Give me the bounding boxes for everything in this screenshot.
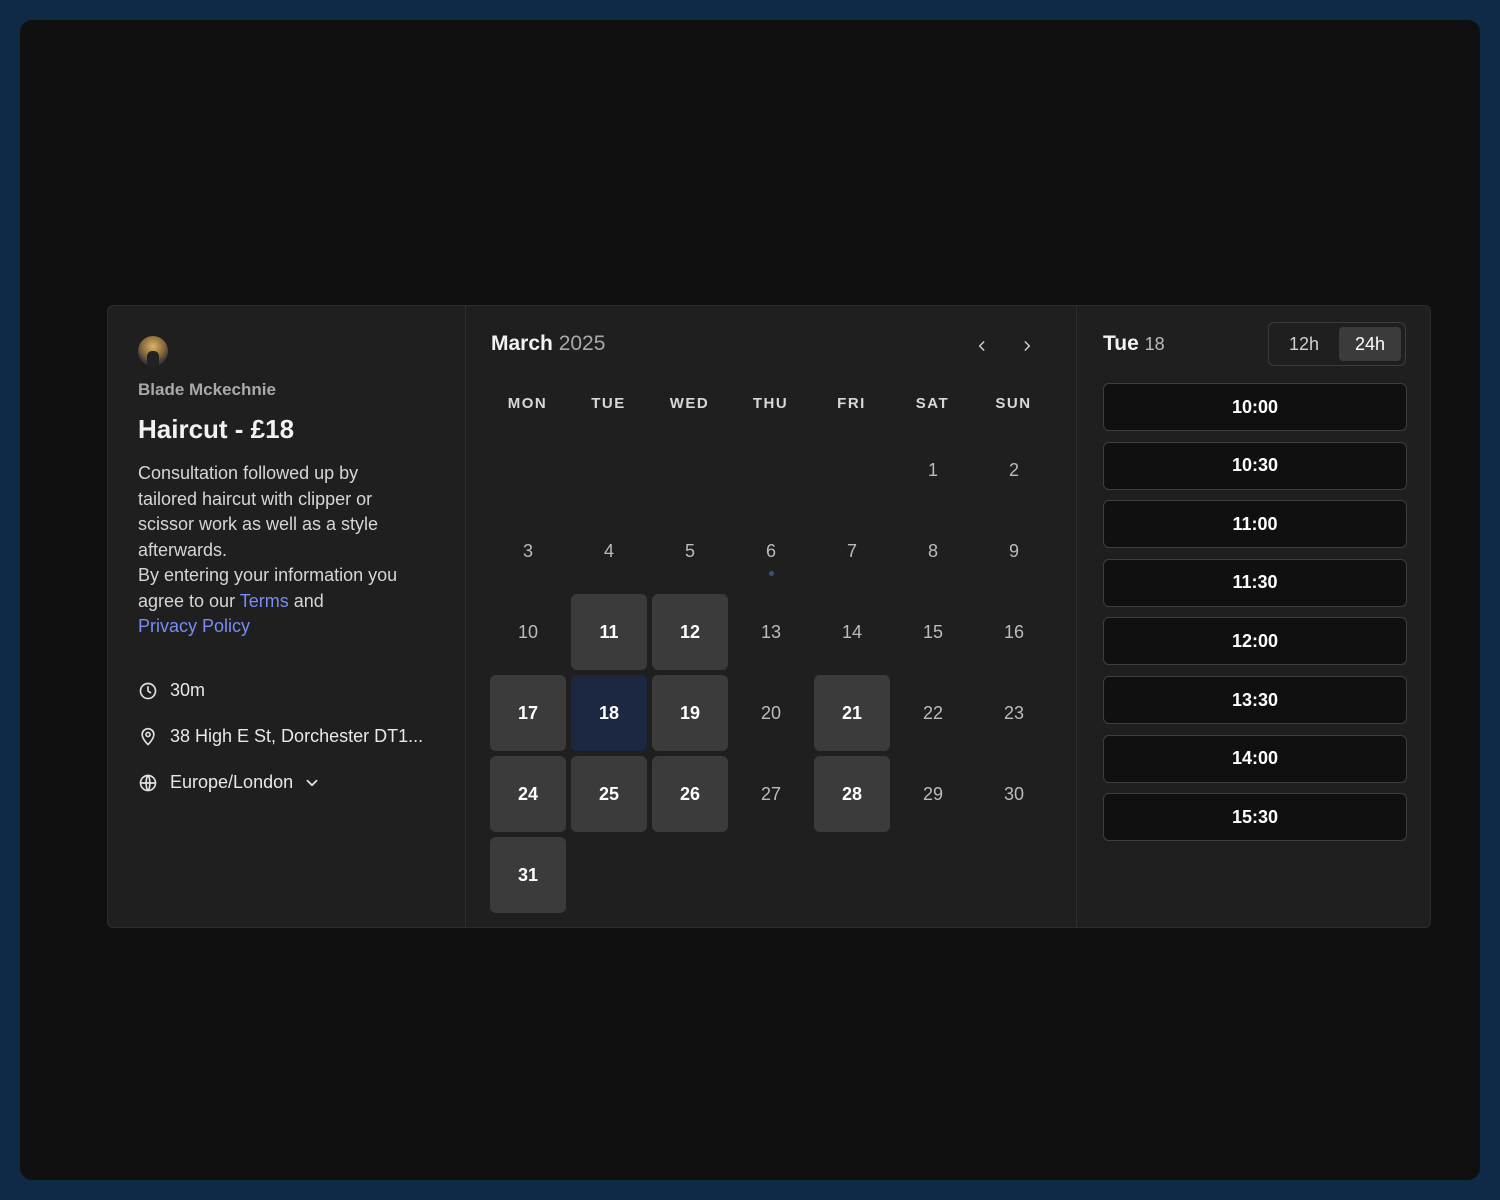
timezone-label: Europe/London [170, 772, 294, 792]
format-24h-button[interactable]: 24h [1339, 327, 1401, 361]
calendar-day: 30 [1003, 783, 1025, 804]
globe-icon [139, 774, 157, 791]
calendar-day: 16 [1003, 621, 1025, 642]
calendar-day: 22 [922, 702, 944, 723]
time-slot-button[interactable]: 15:30 [1103, 793, 1407, 842]
calendar-day: 29 [922, 783, 944, 804]
calendar-day[interactable]: 19 [652, 675, 728, 751]
app-frame: Blade Mckechnie Haircut - £18 Consultati… [20, 20, 1480, 1180]
calendar-day[interactable]: 28 [814, 756, 890, 832]
calendar-day: 3 [522, 540, 533, 561]
calendar-month: March [491, 332, 553, 355]
calendar-day: 15 [922, 621, 944, 642]
time-slot-button[interactable]: 11:30 [1103, 558, 1407, 607]
time-slot-button[interactable]: 10:30 [1103, 441, 1407, 490]
location-label: 38 High E St, Dorchester DT1... [170, 726, 424, 746]
clock-icon [139, 682, 157, 699]
event-description: Consultation followed up by tailored hai… [138, 461, 418, 640]
terms-and: and [288, 590, 324, 611]
panel-divider [1076, 306, 1077, 927]
prev-month-button[interactable] [969, 333, 995, 359]
calendar-day[interactable]: 17 [490, 675, 566, 751]
time-slot-button[interactable]: 11:00 [1103, 500, 1407, 549]
calendar-day: 4 [603, 540, 614, 561]
calendar-day: 14 [841, 621, 863, 642]
map-pin-icon [141, 727, 155, 745]
calendar-day[interactable]: 24 [490, 756, 566, 832]
calendar-day: 7 [846, 540, 857, 561]
calendar-year: 2025 [558, 332, 606, 355]
weekday-header: FRI [837, 395, 866, 412]
selected-date-label: Tue 18 [1103, 332, 1165, 356]
next-month-button[interactable] [1014, 333, 1040, 359]
chevron-right-icon [1024, 341, 1031, 351]
timezone-select[interactable]: Europe/London [138, 772, 321, 793]
weekday-header: WED [669, 395, 710, 412]
calendar-day: 23 [1003, 702, 1025, 723]
calendar-day: 1 [927, 459, 938, 480]
time-slot-button[interactable]: 12:00 [1103, 617, 1407, 666]
calendar-day: 6 [733, 513, 809, 589]
weekday-header: MON [507, 395, 548, 412]
time-slot-button[interactable]: 10:00 [1103, 383, 1407, 431]
weekday-header: SAT [915, 395, 950, 412]
panel-divider [465, 306, 466, 927]
time-slot-button[interactable]: 14:00 [1103, 734, 1407, 783]
booking-widget: Blade Mckechnie Haircut - £18 Consultati… [107, 305, 1431, 928]
calendar-day[interactable]: 25 [571, 756, 647, 832]
duration-label: 30m [170, 680, 206, 700]
calendar-day[interactable]: 26 [652, 756, 728, 832]
calendar-day: 5 [684, 540, 695, 561]
calendar-month-title: March 2025 [491, 332, 605, 356]
chevron-down-icon [306, 779, 318, 786]
duration-row: 30m [138, 680, 205, 701]
selected-day-number: 18 [1144, 334, 1165, 354]
weekday-header: THU [752, 395, 789, 412]
calendar-day[interactable]: 31 [490, 837, 566, 913]
calendar-day: 2 [1008, 459, 1019, 480]
time-slot-button[interactable]: 13:30 [1103, 676, 1407, 724]
terms-text: By entering your information you agree t… [138, 563, 418, 640]
selected-day-name: Tue [1103, 332, 1139, 355]
chevron-left-icon [978, 341, 985, 351]
weekday-header: TUE [591, 395, 626, 412]
calendar-day[interactable]: 21 [814, 675, 890, 751]
calendar-day: 27 [760, 783, 782, 804]
calendar-day[interactable]: 12 [652, 594, 728, 670]
avatar [138, 336, 168, 366]
calendar-day: 9 [1008, 540, 1019, 561]
calendar-day: 10 [517, 621, 539, 642]
location-row: 38 High E St, Dorchester DT1... [138, 726, 423, 747]
calendar-day: 8 [927, 540, 938, 561]
weekday-header: SUN [995, 395, 1032, 412]
host-name: Blade Mckechnie [138, 380, 276, 399]
calendar-day: 20 [760, 702, 782, 723]
calendar-day[interactable]: 18 [571, 675, 647, 751]
event-title: Haircut - £18 [138, 414, 295, 444]
terms-link[interactable]: Terms [240, 591, 289, 611]
time-format-toggle: 12h 24h [1268, 322, 1406, 366]
description-text: Consultation followed up by tailored hai… [138, 463, 379, 560]
calendar-day: 13 [760, 621, 782, 642]
privacy-policy-link[interactable]: Privacy Policy [138, 616, 250, 636]
format-12h-button[interactable]: 12h [1273, 327, 1335, 361]
calendar-day[interactable]: 11 [571, 594, 647, 670]
